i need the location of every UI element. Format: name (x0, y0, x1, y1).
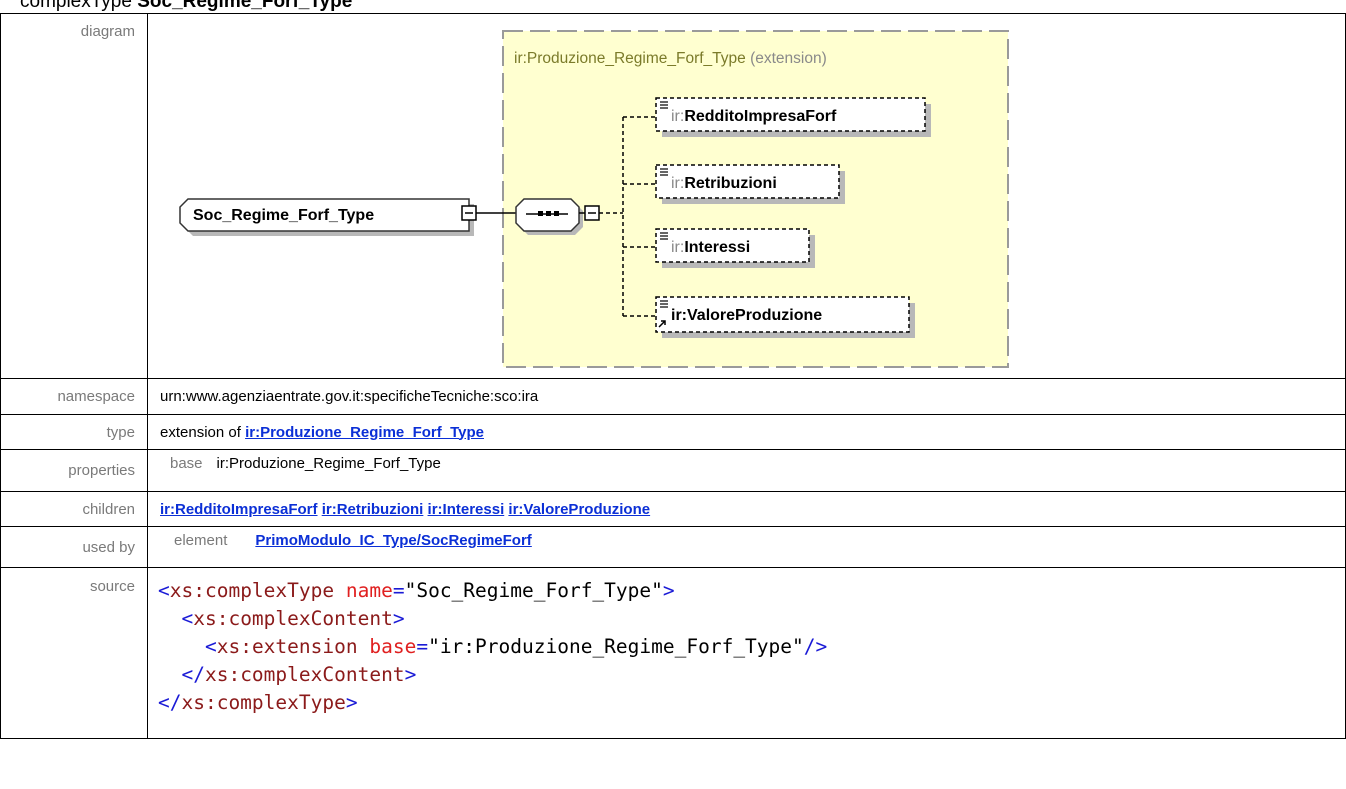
properties-row: properties base ir:Produzione_Regime_For… (0, 449, 1346, 492)
child-link-interessi[interactable]: ir:Interessi (428, 501, 505, 518)
child-element-label: ir:RedditoImpresaForf (671, 108, 837, 125)
used-by-value: element PrimoModulo_IC_Type/SocRegimeFor… (147, 526, 1346, 568)
diagram-cell: ir:Produzione_Regime_Forf_Type (extensio… (147, 13, 1346, 379)
child-element-label: ir:Retribuzioni (671, 175, 777, 192)
children-value: ir:RedditoImpresaForf ir:Retribuzioni ir… (147, 491, 1346, 527)
type-prefix: extension of (160, 423, 246, 441)
source-label: source (0, 567, 148, 739)
children-row: children ir:RedditoImpresaForf ir:Retrib… (0, 491, 1346, 527)
child-element-valoreproduzione[interactable]: ir:ValoreProduzione (655, 296, 915, 338)
source-cell: <xs:complexType name="Soc_Regime_Forf_Ty… (147, 567, 1346, 739)
child-link-valoreproduzione[interactable]: ir:ValoreProduzione (508, 501, 650, 518)
diagram-row: diagram ir:Produzione_Regime_Forf_Type (… (0, 13, 1346, 379)
used-by-link[interactable]: PrimoModulo_IC_Type/SocRegimeForf (255, 532, 531, 549)
children-label: children (0, 491, 148, 527)
page-title: complexType Soc_Regime_Forf_Type (20, 0, 352, 13)
used-by-kind: element (174, 532, 228, 549)
type-row: type extension of ir:Produzione_Regime_F… (0, 414, 1346, 450)
namespace-row: namespace urn:www.agenziaentrate.gov.it:… (0, 378, 1346, 415)
child-element-redditoimpresaforf[interactable]: ir:RedditoImpresaForf (655, 97, 931, 137)
namespace-label: namespace (0, 378, 148, 415)
child-link-redditoimpresaforf[interactable]: ir:RedditoImpresaForf (160, 501, 318, 518)
extension-group-title: ir:Produzione_Regime_Forf_Type (extensio… (514, 50, 827, 67)
type-value: extension of ir:Produzione_Regime_Forf_T… (147, 414, 1346, 450)
source-code: <xs:complexType name="Soc_Regime_Forf_Ty… (158, 579, 828, 714)
properties-label: properties (0, 449, 148, 492)
child-element-interessi[interactable]: ir:Interessi (655, 228, 815, 268)
documentation-table: diagram ir:Produzione_Regime_Forf_Type (… (0, 13, 1346, 739)
sequence-compositor-icon[interactable] (515, 198, 583, 235)
used-by-row: used by element PrimoModulo_IC_Type/SocR… (0, 526, 1346, 568)
namespace-value: urn:www.agenziaentrate.gov.it:specifiche… (147, 378, 1346, 415)
root-collapse-icon[interactable] (461, 205, 477, 221)
child-element-label: ir:ValoreProduzione (671, 307, 822, 324)
schema-diagram: ir:Produzione_Regime_Forf_Type (extensio… (148, 14, 1345, 378)
child-link-retribuzioni[interactable]: ir:Retribuzioni (322, 501, 424, 518)
child-element-label: ir:Interessi (671, 239, 750, 256)
properties-value: base ir:Produzione_Regime_Forf_Type (147, 449, 1346, 492)
used-by-label: used by (0, 526, 148, 568)
page-title-prefix: complexType (20, 0, 138, 12)
sequence-collapse-icon[interactable] (584, 205, 600, 221)
schema-diagram-svg: ir:Produzione_Regime_Forf_Type (extensio… (179, 30, 1009, 368)
type-link[interactable]: ir:Produzione_Regime_Forf_Type (245, 424, 484, 441)
type-label: type (0, 414, 148, 450)
child-element-retribuzioni[interactable]: ir:Retribuzioni (655, 164, 845, 204)
page-title-name: Soc_Regime_Forf_Type (137, 0, 353, 12)
diagram-label: diagram (0, 13, 148, 379)
properties-base-value: ir:Produzione_Regime_Forf_Type (216, 455, 441, 472)
root-element-box[interactable]: Soc_Regime_Forf_Type (179, 198, 474, 236)
properties-key: base (170, 455, 203, 472)
root-element-name: Soc_Regime_Forf_Type (193, 207, 374, 224)
source-row: source <xs:complexType name="Soc_Regime_… (0, 567, 1346, 739)
